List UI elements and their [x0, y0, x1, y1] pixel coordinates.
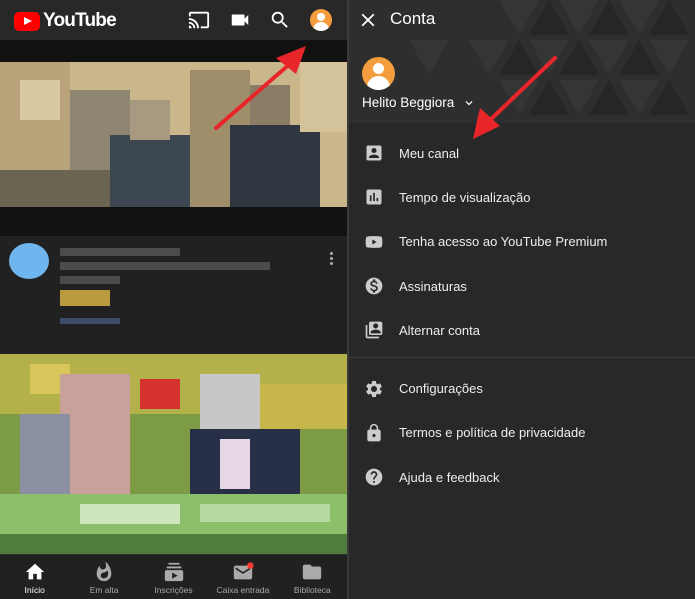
youtube-play-icon: [365, 235, 383, 248]
nav-library-label: Biblioteca: [293, 585, 331, 595]
more-options-icon[interactable]: [324, 250, 338, 270]
gear-icon: [366, 380, 382, 397]
account-avatar-icon[interactable]: [310, 9, 332, 31]
nav-subscriptions-label: Inscrições: [154, 585, 193, 595]
blurred-title: [60, 262, 270, 270]
menu-item-settings[interactable]: Configurações: [349, 366, 695, 410]
avatar-head: [373, 63, 384, 74]
menu-label: Termos e política de privacidade: [399, 425, 586, 441]
nav-library[interactable]: Biblioteca: [278, 555, 347, 599]
avatar-head: [317, 13, 325, 21]
menu-label: Tenha acesso ao YouTube Premium: [399, 234, 608, 250]
menu-item-terms[interactable]: Termos e política de privacidade: [349, 411, 695, 455]
nav-home-label: Início: [24, 585, 45, 595]
channel-avatar[interactable]: [9, 243, 49, 279]
subscriptions-icon: [164, 562, 183, 582]
thumbnail-pixel: [230, 125, 320, 207]
youtube-logo[interactable]: YouTube: [14, 10, 117, 32]
menu-label: Tempo de visualização: [399, 189, 531, 205]
avatar-body: [367, 76, 390, 90]
cast-icon[interactable]: [188, 9, 210, 31]
thumbnail-pixel: [130, 100, 170, 140]
blurred-title: [60, 276, 120, 284]
menu-label: Alternar conta: [399, 322, 480, 338]
top-app-bar: YouTube: [0, 0, 347, 40]
video-thumbnail-2[interactable]: [0, 354, 347, 554]
thumbnail-pixel: [60, 374, 130, 494]
nav-trending-label: Em alta: [89, 585, 119, 595]
nav-inbox[interactable]: Caixa entrada: [208, 555, 277, 599]
video-camera-icon[interactable]: [229, 9, 251, 31]
thumbnail-pixel: [20, 80, 60, 120]
menu-item-switch-account[interactable]: Alternar conta: [349, 308, 695, 352]
menu-item-subscriptions[interactable]: Assinaturas: [349, 264, 695, 308]
thumbnail-pixel: [260, 384, 347, 429]
user-name: Helito Beggiora: [362, 95, 455, 110]
account-panel: Conta Helito Beggiora Meu canal Tempo de…: [349, 0, 695, 599]
thumbnail-pixel: [0, 170, 110, 207]
youtube-home-screen: YouTube Início Em alta Inscrições Caixa …: [0, 0, 347, 599]
chevron-down-icon: [465, 100, 473, 105]
menu-label: Configurações: [399, 381, 483, 397]
thumbnail-pixel: [80, 504, 180, 524]
lock-icon: [367, 423, 381, 442]
account-switcher[interactable]: Helito Beggiora: [362, 95, 476, 110]
help-icon: [365, 468, 383, 486]
menu-item-premium[interactable]: Tenha acesso ao YouTube Premium: [349, 220, 695, 264]
thumbnail-pixel: [140, 379, 180, 409]
account-header: Conta Helito Beggiora: [349, 0, 695, 123]
thumbnail-pixel: [20, 414, 70, 504]
nav-subscriptions[interactable]: Inscrições: [139, 555, 208, 599]
thumbnail-pixel: [200, 374, 260, 434]
menu-item-watch-time[interactable]: Tempo de visualização: [349, 175, 695, 219]
search-icon[interactable]: [269, 9, 291, 31]
menu-label: Assinaturas: [399, 278, 467, 294]
folder-icon: [303, 564, 322, 580]
bar-chart-icon: [366, 189, 382, 205]
avatar-body: [313, 22, 329, 31]
account-avatar: [362, 57, 395, 90]
video-thumbnail-1[interactable]: [0, 40, 347, 236]
inbox-icon: [233, 562, 254, 580]
account-menu: Meu canal Tempo de visualização Tenha ac…: [349, 131, 695, 499]
blurred-badge: [60, 290, 110, 306]
home-icon: [25, 563, 44, 580]
channel-icon: [366, 145, 382, 161]
thumbnail-pixel: [200, 504, 330, 522]
app-name: YouTube: [43, 10, 117, 31]
menu-item-my-channel[interactable]: Meu canal: [349, 131, 695, 175]
menu-label: Ajuda e feedback: [399, 469, 500, 485]
thumbnail-pixel: [110, 135, 190, 207]
thumbnail-pixel: [250, 85, 290, 125]
thumbnail-pixel: [300, 62, 347, 132]
blurred-title: [60, 248, 180, 256]
menu-item-help[interactable]: Ajuda e feedback: [349, 455, 695, 499]
flame-icon: [96, 561, 112, 582]
thumbnail-pixel: [0, 207, 347, 236]
dollar-icon: [365, 277, 383, 295]
thumbnail-pixel: [220, 439, 250, 489]
close-icon[interactable]: [357, 9, 379, 31]
menu-label: Meu canal: [399, 145, 459, 161]
nav-inbox-label: Caixa entrada: [216, 585, 270, 595]
account-title: Conta: [390, 9, 436, 28]
video-meta[interactable]: [0, 236, 347, 354]
nav-home[interactable]: Início: [0, 555, 69, 599]
thumbnail-pixel: [0, 534, 347, 554]
blurred-link: [60, 318, 120, 324]
bottom-navigation: Início Em alta Inscrições Caixa entrada …: [0, 554, 347, 599]
switch-account-icon: [365, 321, 383, 339]
menu-divider: [349, 357, 695, 359]
youtube-logo-icon: [14, 11, 40, 31]
nav-trending[interactable]: Em alta: [69, 555, 138, 599]
